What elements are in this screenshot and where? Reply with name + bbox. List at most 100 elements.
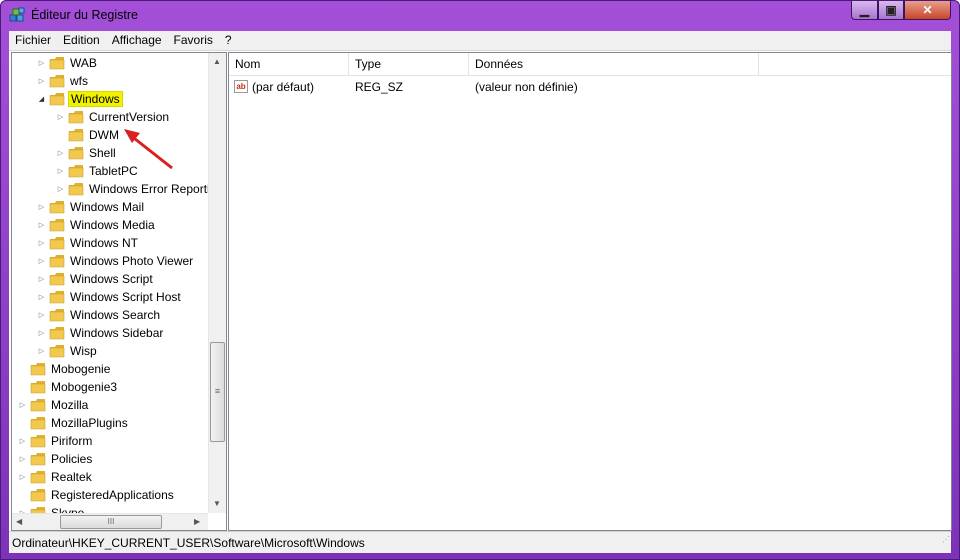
tree-line-spacer xyxy=(18,414,27,432)
expand-arrow-icon[interactable]: ▷ xyxy=(37,270,46,288)
collapse-arrow-icon[interactable]: ◢ xyxy=(37,90,46,108)
list-row[interactable]: ab (par défaut) REG_SZ (valeur non défin… xyxy=(229,77,951,97)
expand-arrow-icon[interactable]: ▷ xyxy=(18,450,27,468)
folder-icon xyxy=(49,291,65,304)
expand-arrow-icon[interactable]: ▷ xyxy=(56,108,65,126)
tree-item[interactable]: ▷ Windows Script xyxy=(37,270,155,288)
expand-arrow-icon[interactable]: ▷ xyxy=(56,162,65,180)
horizontal-scroll-thumb[interactable]: III xyxy=(60,515,162,529)
tree-item[interactable]: ▷ Shell xyxy=(56,144,118,162)
tree-item[interactable]: ▷ Windows Mail xyxy=(37,198,146,216)
column-header-donnees[interactable]: Données xyxy=(469,53,759,75)
scroll-down-arrow-icon[interactable]: ▼ xyxy=(213,499,221,508)
value-name: (par défaut) xyxy=(252,80,315,94)
folder-icon xyxy=(30,435,46,448)
expand-arrow-icon[interactable]: ▷ xyxy=(37,234,46,252)
tree-item[interactable]: RegisteredApplications xyxy=(18,486,176,504)
folder-icon xyxy=(49,237,65,250)
folder-icon xyxy=(49,93,65,106)
tree-item[interactable]: ▷ WAB xyxy=(37,54,99,72)
values-list-pane: Nom Type Données ab (par défaut) REG_SZ … xyxy=(228,52,952,531)
tree-item[interactable]: Mobogenie xyxy=(18,360,112,378)
folder-icon xyxy=(68,165,84,178)
tree-item[interactable]: ▷ Mozilla xyxy=(18,396,90,414)
tree-item[interactable]: ▷ Windows Error Reporting xyxy=(56,180,208,198)
tree-item[interactable]: ▷ Windows Photo Viewer xyxy=(37,252,195,270)
tree-item[interactable]: ▷ wfs xyxy=(37,72,90,90)
tree-line-spacer xyxy=(18,486,27,504)
expand-arrow-icon[interactable]: ▷ xyxy=(18,396,27,414)
maximize-button[interactable]: ▣ xyxy=(878,1,904,20)
tree-item[interactable]: ▷ Windows Media xyxy=(37,216,157,234)
tree-item-label: Windows Script xyxy=(70,272,153,286)
status-bar: Ordinateur\HKEY_CURRENT_USER\Software\Mi… xyxy=(9,531,951,553)
vertical-scroll-thumb[interactable]: ≡ xyxy=(210,342,225,442)
column-header-nom[interactable]: Nom xyxy=(229,53,349,75)
folder-icon xyxy=(49,327,65,340)
window-title: Éditeur du Registre xyxy=(31,8,139,22)
minimize-button[interactable]: ▁ xyxy=(851,1,878,20)
tree-horizontal-scrollbar[interactable]: ◀ III ▶ xyxy=(12,513,208,530)
tree-item[interactable]: ▷ Realtek xyxy=(18,468,94,486)
tree-item[interactable]: ▷ Windows Sidebar xyxy=(37,324,165,342)
folder-icon xyxy=(49,219,65,232)
close-button[interactable]: ✕ xyxy=(904,1,951,20)
value-type: REG_SZ xyxy=(355,80,404,94)
scroll-right-arrow-icon[interactable]: ▶ xyxy=(194,517,200,526)
folder-icon xyxy=(49,75,65,88)
expand-arrow-icon[interactable]: ▷ xyxy=(37,342,46,360)
expand-arrow-icon[interactable]: ▷ xyxy=(37,198,46,216)
tree-item[interactable]: ▷ Policies xyxy=(18,450,94,468)
resize-grip-icon[interactable]: ⋰ xyxy=(942,529,950,551)
tree-item[interactable]: ▷ Windows NT xyxy=(37,234,140,252)
tree-item[interactable]: ▷ Piriform xyxy=(18,432,94,450)
tree-item[interactable]: ▷ Windows Search xyxy=(37,306,162,324)
scroll-left-arrow-icon[interactable]: ◀ xyxy=(16,517,22,526)
tree-item[interactable]: Mobogenie3 xyxy=(18,378,119,396)
tree-item[interactable]: ▷ Skype xyxy=(18,504,86,513)
folder-icon xyxy=(49,255,65,268)
folder-icon xyxy=(68,129,84,142)
expand-arrow-icon[interactable]: ▷ xyxy=(37,216,46,234)
tree-item[interactable]: ▷ Windows Script Host xyxy=(37,288,183,306)
value-data: (valeur non définie) xyxy=(475,80,578,94)
menu-edition[interactable]: Edition xyxy=(57,31,106,50)
folder-icon xyxy=(30,363,46,376)
expand-arrow-icon[interactable]: ▷ xyxy=(56,180,65,198)
menu-favoris[interactable]: Favoris xyxy=(168,31,219,50)
tree-item-label: Windows Search xyxy=(70,308,161,322)
expand-arrow-icon[interactable]: ▷ xyxy=(37,324,46,342)
folder-icon xyxy=(49,57,65,70)
list-header: Nom Type Données xyxy=(229,53,951,76)
tree-item-label: Mobogenie3 xyxy=(51,380,118,394)
title-bar[interactable]: Éditeur du Registre ▁ ▣ ✕ xyxy=(1,1,959,31)
string-value-icon: ab xyxy=(234,80,248,93)
tree-item-label: Skype xyxy=(51,506,85,513)
expand-arrow-icon[interactable]: ▷ xyxy=(18,504,27,513)
tree-item[interactable]: ▷ Wisp xyxy=(37,342,99,360)
tree-line-spacer xyxy=(56,126,65,144)
expand-arrow-icon[interactable]: ▷ xyxy=(18,468,27,486)
column-header-type[interactable]: Type xyxy=(349,53,469,75)
scroll-up-arrow-icon[interactable]: ▲ xyxy=(213,57,221,66)
menu-fichier[interactable]: Fichier xyxy=(9,31,57,50)
tree-line-spacer xyxy=(18,360,27,378)
tree-item-label: Wisp xyxy=(70,344,97,358)
tree-item[interactable]: ◢ Windows xyxy=(37,90,123,108)
expand-arrow-icon[interactable]: ▷ xyxy=(37,252,46,270)
expand-arrow-icon[interactable]: ▷ xyxy=(37,72,46,90)
expand-arrow-icon[interactable]: ▷ xyxy=(37,54,46,72)
expand-arrow-icon[interactable]: ▷ xyxy=(37,306,46,324)
tree-item[interactable]: MozillaPlugins xyxy=(18,414,130,432)
tree-item-label: Windows Error Reporting xyxy=(89,182,208,196)
menu-affichage[interactable]: Affichage xyxy=(106,31,168,50)
expand-arrow-icon[interactable]: ▷ xyxy=(56,144,65,162)
expand-arrow-icon[interactable]: ▷ xyxy=(18,432,27,450)
menu-help[interactable]: ? xyxy=(219,31,238,50)
tree-line-spacer xyxy=(18,378,27,396)
registry-editor-icon xyxy=(9,7,25,22)
tree-item-label-selected: Windows xyxy=(68,91,123,107)
tree-vertical-scrollbar[interactable]: ▲ ≡ ▼ xyxy=(208,53,226,513)
folder-icon xyxy=(30,489,46,502)
expand-arrow-icon[interactable]: ▷ xyxy=(37,288,46,306)
